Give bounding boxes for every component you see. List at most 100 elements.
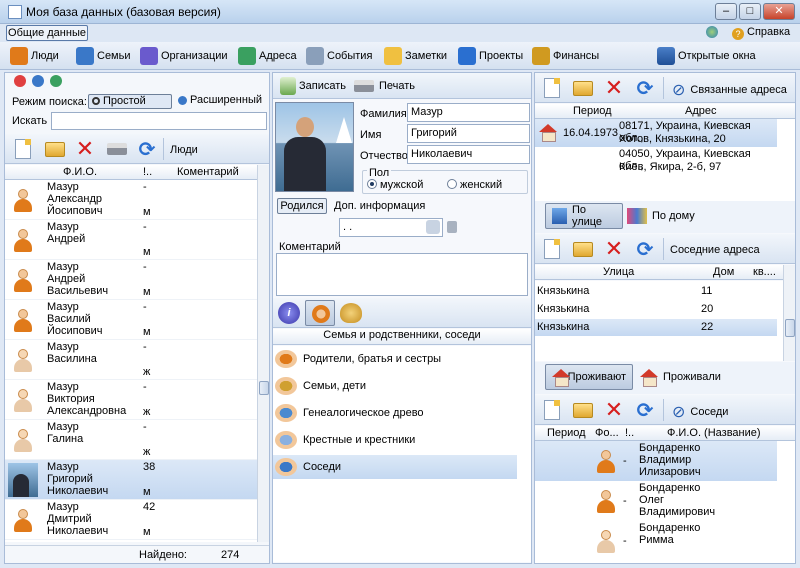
by-house-toggle[interactable]: По дому: [627, 208, 695, 224]
nav-family[interactable]: Семьи: [76, 46, 131, 66]
col-apt[interactable]: кв....: [753, 266, 776, 278]
linked-addresses-button[interactable]: ⊘ Связанные адреса: [672, 80, 787, 100]
addr-folder-icon[interactable]: [572, 77, 594, 99]
minimize-button[interactable]: ‒: [715, 3, 737, 20]
refresh-icon[interactable]: ⟳: [136, 138, 158, 161]
table-row[interactable]: Мазур Андрей - м: [5, 220, 257, 260]
globe-icon[interactable]: [706, 26, 718, 38]
people-scrollbar[interactable]: [257, 165, 269, 542]
address-row[interactable]: 16.04.1973 08171, Украина, Киевская обл.,…: [535, 119, 777, 147]
open-windows-button[interactable]: Открытые окна: [657, 46, 756, 66]
maximize-button[interactable]: □: [739, 3, 761, 20]
col-nb-period[interactable]: Период: [547, 427, 586, 439]
nearby-new-icon[interactable]: [541, 238, 563, 260]
col-comment[interactable]: Коментарий: [177, 166, 239, 178]
name-field[interactable]: Григорий: [407, 124, 530, 143]
globe-small-icon[interactable]: [50, 75, 62, 87]
nearby-folder-icon[interactable]: [572, 238, 594, 260]
neighbor-row[interactable]: - Бондаренко Олег Владимирович: [535, 481, 777, 521]
nav-projects[interactable]: Проекты: [458, 46, 523, 66]
menu-general-data[interactable]: Общие данные: [6, 25, 88, 41]
street-row[interactable]: Князькина 22: [535, 319, 777, 336]
help-menu[interactable]: ? Справка: [732, 26, 790, 40]
addr-refresh-icon[interactable]: ⟳: [634, 77, 656, 100]
street-scroll-thumb[interactable]: [785, 319, 795, 337]
table-row[interactable]: Мазур Андрей Васильевич - м: [5, 260, 257, 300]
mode-advanced-button[interactable]: Расширенный: [176, 94, 266, 109]
lived-toggle[interactable]: Проживали: [640, 369, 721, 387]
delete-icon[interactable]: ✕: [74, 138, 96, 160]
col-street[interactable]: Улица: [603, 266, 634, 278]
addr-delete-icon[interactable]: ✕: [603, 77, 625, 99]
relation-item[interactable]: Семьи, дети: [273, 374, 517, 398]
radio-female[interactable]: женский: [447, 179, 502, 191]
living-toggle[interactable]: Проживают: [545, 364, 633, 390]
search-input[interactable]: [51, 112, 267, 130]
nav-note[interactable]: Заметки: [384, 46, 447, 66]
relation-item[interactable]: Родители, братья и сестры: [273, 347, 517, 371]
table-row[interactable]: Мазур Виктория Александровна - ж: [5, 380, 257, 420]
open-folder-icon[interactable]: [44, 138, 66, 160]
radio-male[interactable]: мужской: [367, 179, 423, 191]
nearby-delete-icon[interactable]: ✕: [603, 238, 625, 260]
nav-money-bag[interactable]: Финансы: [532, 46, 599, 66]
close-button[interactable]: ✕: [763, 3, 795, 20]
row-gender: ж: [143, 446, 151, 458]
nb-refresh-icon[interactable]: ⟳: [634, 399, 656, 422]
people-scroll-thumb[interactable]: [259, 381, 269, 395]
family-tab[interactable]: [305, 300, 335, 326]
save-button[interactable]: Записать: [280, 77, 346, 95]
by-street-toggle[interactable]: По улице: [545, 203, 623, 229]
printer-icon[interactable]: [106, 138, 128, 160]
extra-info-link[interactable]: Доп. информация: [334, 200, 425, 212]
nav-organizations[interactable]: Организации: [140, 46, 228, 66]
users-icon[interactable]: [32, 75, 44, 87]
table-row[interactable]: Мазур Галина - ж: [5, 420, 257, 460]
street-row[interactable]: Князькина 20: [535, 301, 777, 318]
alarm-icon[interactable]: [14, 75, 26, 87]
table-row[interactable]: Мазур Григорий Николаевич 38 м: [5, 460, 257, 500]
table-row[interactable]: Мазур Василий Йосипович - м: [5, 300, 257, 340]
street-row[interactable]: Князькина 11: [535, 283, 777, 300]
col-nb-flag[interactable]: !..: [625, 427, 634, 439]
addr-new-icon[interactable]: [541, 77, 563, 99]
lock-icon[interactable]: [447, 221, 457, 233]
comment-field[interactable]: [276, 253, 528, 296]
nearby-refresh-icon[interactable]: ⟳: [634, 238, 656, 261]
neighbor-row[interactable]: - Бондаренко Римма: [535, 521, 777, 561]
col-flag[interactable]: !..: [143, 166, 152, 178]
patronymic-field[interactable]: Николаевич: [407, 145, 530, 164]
address-row[interactable]: 04050, Украина, Киевская обл., Киев, Якир…: [535, 147, 777, 175]
relation-item[interactable]: Соседи: [273, 455, 517, 479]
surname-field[interactable]: Мазур: [407, 103, 530, 122]
born-button[interactable]: Родился: [277, 198, 327, 214]
date-picker-icon[interactable]: [426, 220, 440, 234]
money-tab-icon[interactable]: [340, 303, 362, 323]
col-nb-fio[interactable]: Ф.И.О. (Название): [667, 427, 761, 439]
new-record-icon[interactable]: [12, 138, 34, 160]
row-gender: ж: [143, 406, 151, 418]
col-fio[interactable]: Ф.И.О.: [63, 166, 97, 178]
col-address[interactable]: Адрес: [685, 105, 717, 117]
street-scrollbar[interactable]: [783, 265, 795, 361]
nb-folder-icon[interactable]: [572, 399, 594, 421]
neighbors-button[interactable]: ⊘ Соседи: [672, 402, 728, 422]
nav-people[interactable]: Люди: [10, 46, 59, 66]
info-tab-icon[interactable]: i: [278, 302, 300, 324]
table-row[interactable]: Мазур Дмитрий Николаевич 42 м: [5, 500, 257, 540]
nb-delete-icon[interactable]: ✕: [603, 399, 625, 421]
col-nb-photo[interactable]: Фо...: [595, 427, 619, 439]
neighbor-row[interactable]: - Бондаренко Владимир Илизарович: [535, 441, 777, 481]
relation-item[interactable]: Генеалогическое древо: [273, 401, 517, 425]
print-button[interactable]: Печать: [354, 77, 415, 95]
mode-simple-button[interactable]: Простой: [88, 94, 172, 109]
person-photo[interactable]: [275, 102, 354, 192]
relation-item[interactable]: Крестные и крестники: [273, 428, 517, 452]
nb-new-icon[interactable]: [541, 399, 563, 421]
table-row[interactable]: Мазур Александр Йосипович - м: [5, 180, 257, 220]
nav-calendar[interactable]: События: [306, 46, 372, 66]
table-row[interactable]: Мазур Василина - ж: [5, 340, 257, 380]
col-house[interactable]: Дом: [713, 266, 734, 278]
nav-addresses[interactable]: Адреса: [238, 46, 297, 66]
col-period[interactable]: Период: [573, 105, 612, 117]
